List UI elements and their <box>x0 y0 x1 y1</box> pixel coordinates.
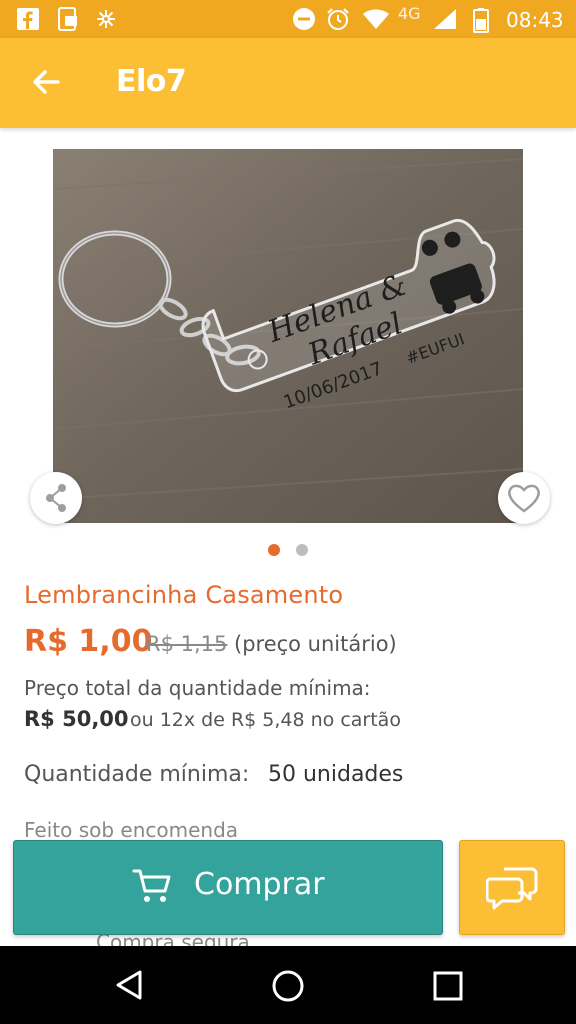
total-price-label: Preço total da quantidade mínima: <box>24 676 371 700</box>
product-image[interactable]: Helena & Rafael 10/06/2017 #EUFUI <box>53 149 523 523</box>
screenshot-icon <box>58 7 77 31</box>
status-bar: 4G 08:43 <box>0 0 576 38</box>
unit-price-note: (preço unitário) <box>234 632 397 656</box>
system-nav-bar <box>0 946 576 1024</box>
buy-button[interactable]: Comprar <box>13 840 443 935</box>
chat-icon <box>486 867 538 910</box>
app-title: Elo7 <box>116 64 187 99</box>
battery-icon <box>473 8 489 33</box>
min-quantity-label: Quantidade mínima: <box>24 762 250 787</box>
favorite-button[interactable] <box>498 472 550 524</box>
product-title: Lembrancinha Casamento <box>24 581 344 609</box>
product-price: R$ 1,00 <box>24 624 153 659</box>
share-button[interactable] <box>30 472 82 524</box>
gear-icon <box>97 10 115 28</box>
carousel-dot-2[interactable] <box>296 544 308 556</box>
buy-button-label: Comprar <box>194 867 325 902</box>
arrow-back-icon[interactable] <box>26 62 66 102</box>
heart-icon <box>508 484 540 513</box>
chat-button[interactable] <box>459 840 565 935</box>
network-type: 4G <box>398 4 421 23</box>
installments-text: ou 12x de R$ 5,48 no cartão <box>130 709 401 731</box>
minus-circle-icon <box>293 8 315 30</box>
app-bar <box>0 38 576 128</box>
product-old-price: R$ 1,15 <box>146 632 228 656</box>
carousel-dot-1[interactable] <box>268 544 280 556</box>
status-time: 08:43 <box>506 8 564 32</box>
min-quantity-value: 50 unidades <box>268 762 404 787</box>
signal-icon <box>434 9 456 29</box>
made-to-order-text: Feito sob encomenda <box>24 818 239 842</box>
total-price-value: R$ 50,00 <box>24 707 129 731</box>
home-circle-icon[interactable] <box>270 968 306 1004</box>
share-icon <box>46 484 66 512</box>
cart-icon <box>132 869 171 902</box>
product-photo: Helena & Rafael 10/06/2017 #EUFUI <box>53 149 523 523</box>
back-triangle-icon[interactable] <box>112 968 146 1002</box>
facebook-icon <box>17 8 39 30</box>
recents-square-icon[interactable] <box>432 970 464 1002</box>
wifi-icon <box>363 9 389 29</box>
alarm-icon <box>327 8 349 30</box>
